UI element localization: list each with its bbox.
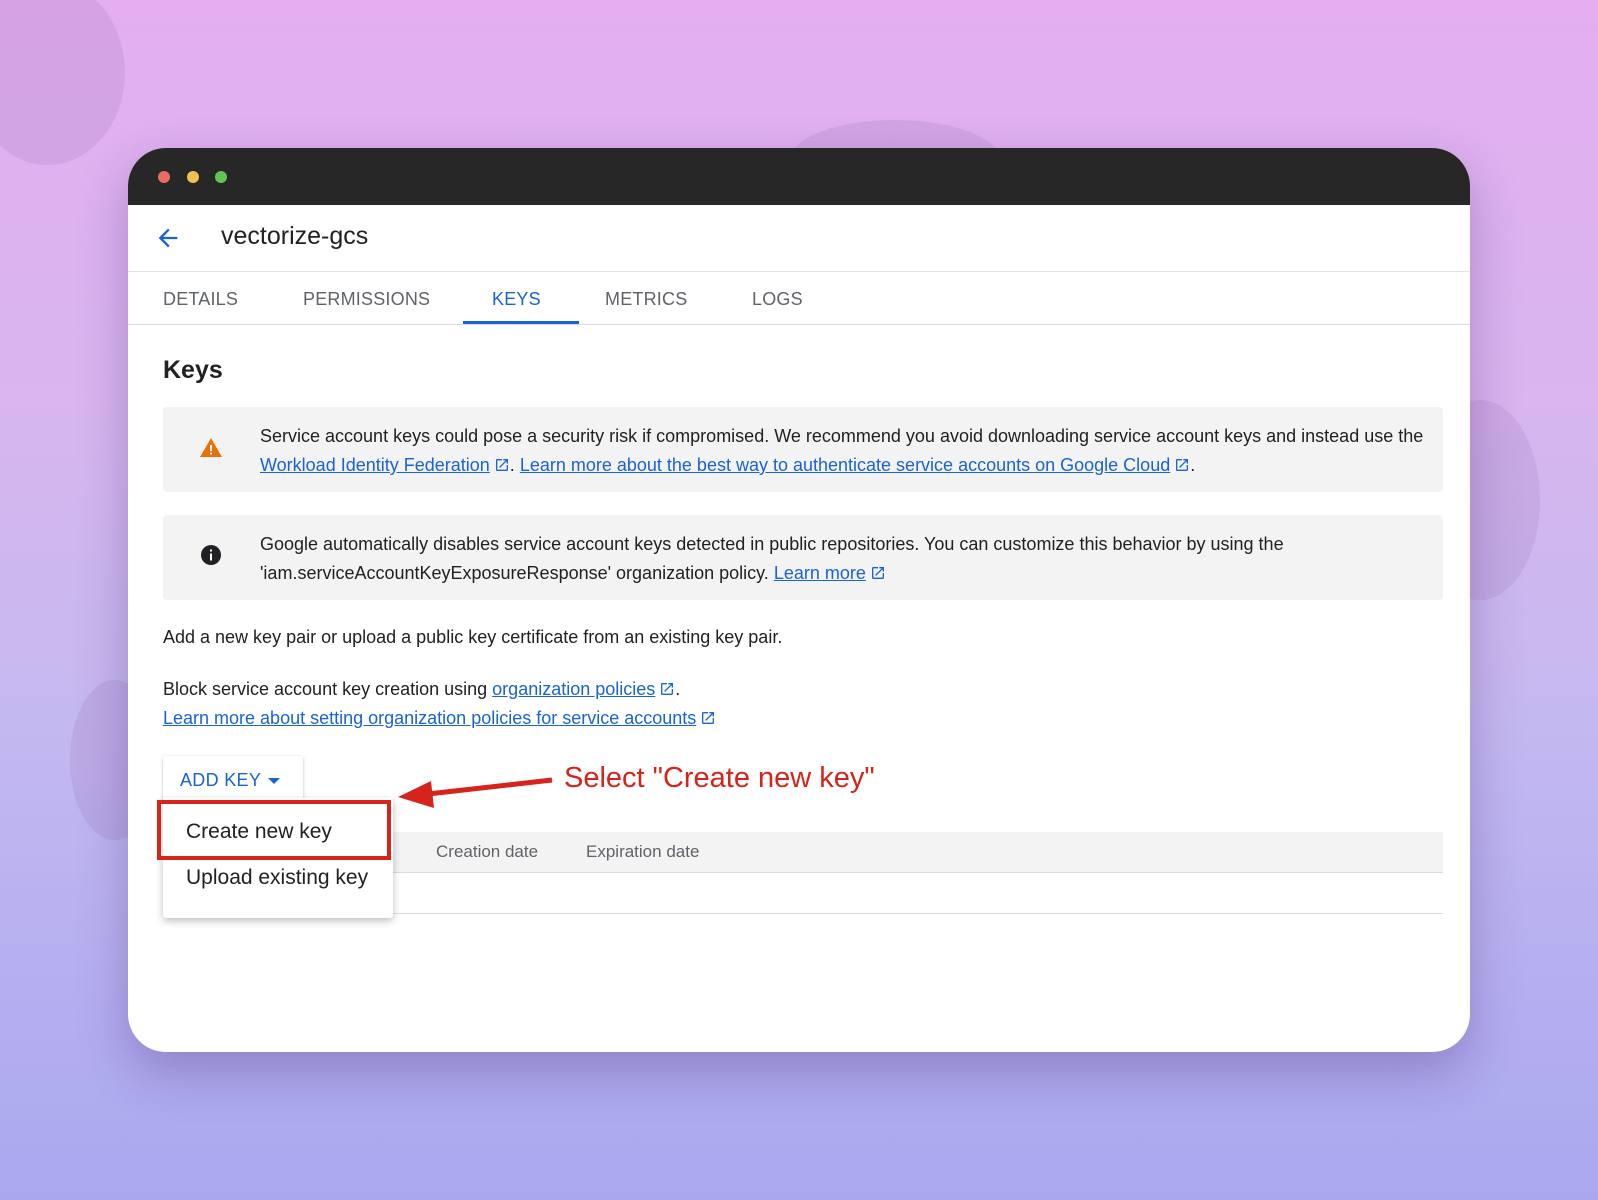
external-link-icon — [1176, 459, 1189, 471]
back-arrow-icon[interactable] — [154, 224, 182, 252]
info-icon — [201, 545, 221, 565]
tab-keys[interactable]: KEYS — [492, 272, 541, 324]
annotation-highlight-box — [157, 800, 391, 860]
add-key-label: ADD KEY — [180, 770, 262, 790]
annotation-text: Select "Create new key" — [564, 762, 875, 794]
close-window-dot[interactable] — [158, 171, 170, 183]
page-header: vectorize-gcs — [128, 205, 1470, 272]
organization-policies-link[interactable]: organization policies — [492, 679, 655, 699]
block-key-creation-text: Block service account key creation using… — [163, 675, 716, 733]
column-creation-date[interactable]: Creation date — [436, 842, 538, 862]
info-text: Google automatically disables service ac… — [260, 534, 1284, 583]
tab-details[interactable]: DETAILS — [163, 272, 238, 324]
tab-metrics[interactable]: METRICS — [605, 272, 687, 324]
warning-text: Service account keys could pose a securi… — [260, 426, 1424, 475]
add-key-button[interactable]: ADD KEY — [163, 756, 303, 804]
minimize-window-dot[interactable] — [187, 171, 199, 183]
info-banner: Google automatically disables service ac… — [163, 515, 1443, 600]
external-link-icon — [702, 712, 715, 724]
page-title: vectorize-gcs — [221, 222, 369, 250]
window-titlebar — [128, 148, 1470, 205]
maximize-window-dot[interactable] — [215, 171, 227, 183]
menu-item-upload-existing-key[interactable]: Upload existing key — [186, 866, 368, 890]
authenticate-learn-more-link[interactable]: Learn more about the best way to authent… — [520, 455, 1170, 475]
tab-permissions[interactable]: PERMISSIONS — [303, 272, 430, 324]
external-link-icon — [661, 683, 674, 695]
active-tab-indicator — [463, 321, 579, 324]
add-key-description: Add a new key pair or upload a public ke… — [163, 627, 783, 647]
tab-bar: DETAILS PERMISSIONS KEYS METRICS LOGS — [128, 272, 1470, 325]
section-heading: Keys — [163, 356, 223, 384]
browser-window: vectorize-gcs DETAILS PERMISSIONS KEYS M… — [128, 148, 1470, 1052]
org-policies-learn-more-link[interactable]: Learn more about setting organization po… — [163, 708, 696, 728]
warning-icon — [200, 438, 222, 457]
info-learn-more-link[interactable]: Learn more — [774, 563, 866, 583]
tab-logs[interactable]: LOGS — [752, 272, 803, 324]
caret-down-icon — [268, 778, 280, 784]
warning-banner: Service account keys could pose a securi… — [163, 407, 1443, 492]
background-blob — [0, 0, 125, 165]
workload-identity-link[interactable]: Workload Identity Federation — [260, 455, 490, 475]
external-link-icon — [871, 567, 884, 579]
column-expiration-date[interactable]: Expiration date — [586, 842, 699, 862]
external-link-icon — [495, 459, 508, 471]
